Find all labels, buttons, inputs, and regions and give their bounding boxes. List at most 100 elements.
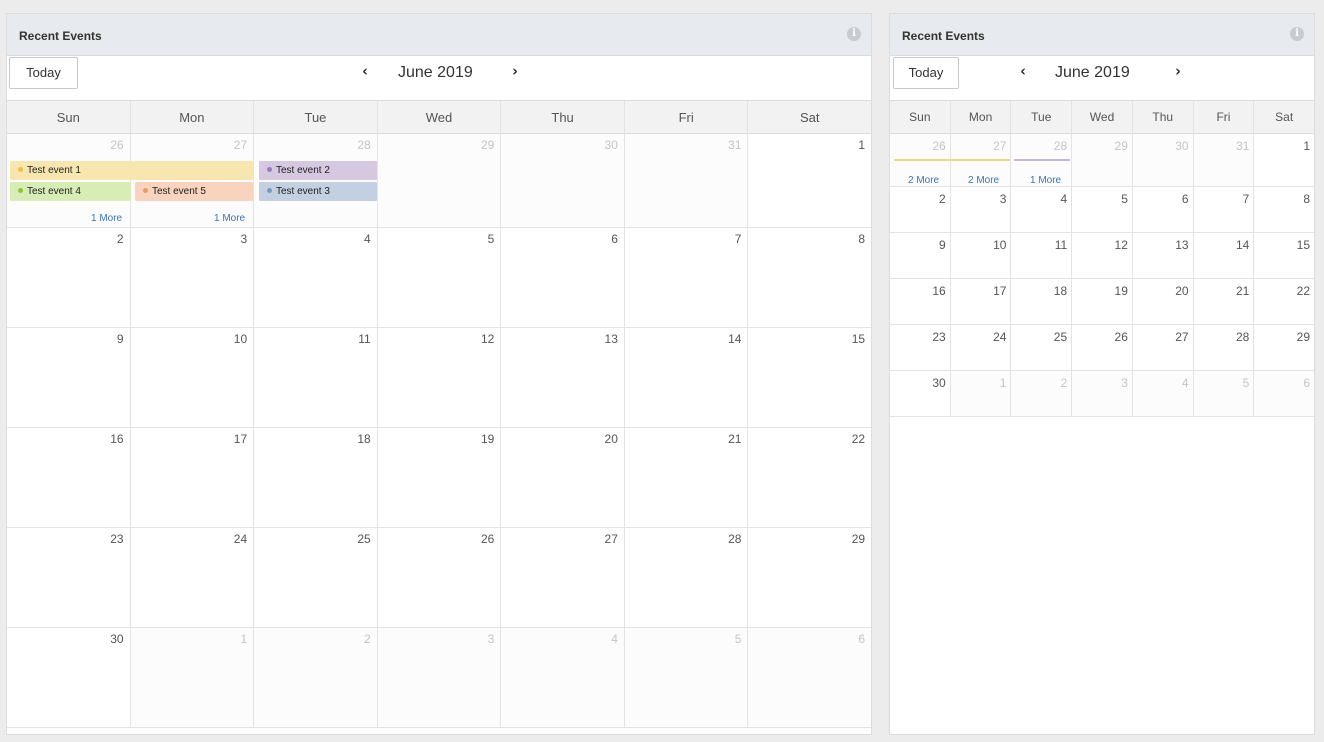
day-cell[interactable]: 1 <box>748 134 871 227</box>
day-cell[interactable]: 26 <box>1072 325 1133 370</box>
day-cell[interactable]: 5 <box>1072 187 1133 232</box>
more-events-link[interactable]: 2 More <box>908 175 939 186</box>
day-cell[interactable]: 17 <box>131 428 255 527</box>
day-cell[interactable]: 7 <box>1194 187 1255 232</box>
day-cell[interactable]: 4 <box>1132 371 1194 416</box>
day-cell[interactable]: 2 <box>7 228 131 327</box>
next-month-icon[interactable]: › <box>1175 62 1181 80</box>
day-cell[interactable]: 1 <box>1254 134 1314 186</box>
day-cell[interactable]: 20 <box>1133 279 1194 324</box>
day-cell[interactable]: 11 <box>254 328 378 427</box>
event-bar[interactable] <box>1014 159 1070 161</box>
day-cell[interactable]: 13 <box>1133 233 1194 278</box>
day-cell[interactable]: 12 <box>1072 233 1133 278</box>
day-cell[interactable]: 4 <box>501 628 625 727</box>
day-cell[interactable]: 2 <box>1011 371 1073 416</box>
prev-month-icon[interactable]: ‹ <box>1020 62 1026 80</box>
next-month-icon[interactable]: › <box>512 62 518 80</box>
day-cell[interactable]: 15 <box>748 328 871 427</box>
day-cell[interactable]: 2 <box>254 628 378 727</box>
day-cell[interactable]: 3 <box>1072 371 1133 416</box>
day-cell[interactable]: 9 <box>7 328 131 427</box>
day-cell[interactable]: 7 <box>625 228 749 327</box>
day-cell[interactable]: 3 <box>131 228 255 327</box>
day-cell[interactable]: 18 <box>1011 279 1073 324</box>
day-cell[interactable]: 11 <box>1011 233 1073 278</box>
more-events-link[interactable]: 1 More <box>91 213 122 224</box>
day-cell[interactable]: 30 <box>890 371 951 416</box>
day-cell[interactable]: 17 <box>951 279 1012 324</box>
day-cell[interactable]: 8 <box>1254 187 1314 232</box>
day-cell[interactable]: 6 <box>1133 187 1194 232</box>
day-cell[interactable]: 26 <box>378 528 502 627</box>
day-cell[interactable]: 3 <box>377 628 502 727</box>
more-events-link[interactable]: 2 More <box>968 175 999 186</box>
day-cell[interactable]: 18 <box>254 428 378 527</box>
day-cell[interactable]: 9 <box>890 233 951 278</box>
day-number: 29 <box>1296 330 1311 344</box>
day-cell[interactable]: 19 <box>378 428 502 527</box>
info-icon[interactable]: i <box>1290 27 1304 41</box>
info-icon[interactable]: i <box>847 27 861 41</box>
event-test-5[interactable]: Test event 5 <box>135 182 253 201</box>
day-cell[interactable]: 30 <box>501 134 625 227</box>
day-cell[interactable]: 5 <box>378 228 502 327</box>
day-cell[interactable]: 5 <box>624 628 749 727</box>
day-cell[interactable]: 10 <box>131 328 255 427</box>
today-button[interactable]: Today <box>9 57 78 89</box>
day-cell[interactable]: 5 <box>1193 371 1255 416</box>
day-cell[interactable]: 24 <box>951 325 1012 370</box>
day-cell[interactable]: 31 <box>1193 134 1255 186</box>
day-cell[interactable]: 31 <box>624 134 749 227</box>
day-cell[interactable]: 25 <box>1011 325 1073 370</box>
day-cell[interactable]: 23 <box>7 528 131 627</box>
day-cell[interactable]: 20 <box>501 428 625 527</box>
day-cell[interactable]: 22 <box>1254 279 1314 324</box>
day-cell[interactable]: 25 <box>254 528 378 627</box>
day-cell[interactable]: 4 <box>254 228 378 327</box>
day-cell[interactable]: 6 <box>501 228 625 327</box>
day-cell[interactable]: 1 <box>950 371 1012 416</box>
day-cell[interactable]: 29 <box>1072 134 1133 186</box>
event-test-1[interactable]: Test event 1 <box>10 161 253 180</box>
day-cell[interactable]: 19 <box>1072 279 1133 324</box>
day-cell[interactable]: 2 <box>890 187 951 232</box>
day-cell[interactable]: 16 <box>7 428 131 527</box>
day-cell[interactable]: 22 <box>748 428 871 527</box>
day-cell[interactable]: 29 <box>1254 325 1314 370</box>
day-cell[interactable]: 16 <box>890 279 951 324</box>
more-events-link[interactable]: 1 More <box>214 213 245 224</box>
day-cell[interactable]: 29 <box>377 134 502 227</box>
today-button[interactable]: Today <box>893 57 959 89</box>
day-cell[interactable]: 6 <box>1254 371 1314 416</box>
day-cell[interactable]: 1 <box>130 628 255 727</box>
day-cell[interactable]: 14 <box>1194 233 1255 278</box>
prev-month-icon[interactable]: ‹ <box>362 62 368 80</box>
day-cell[interactable]: 14 <box>625 328 749 427</box>
more-events-link[interactable]: 1 More <box>1030 175 1061 186</box>
day-cell[interactable]: 29 <box>748 528 871 627</box>
day-cell[interactable]: 15 <box>1254 233 1314 278</box>
day-cell[interactable]: 12 <box>378 328 502 427</box>
event-test-3[interactable]: Test event 3 <box>259 182 377 201</box>
day-cell[interactable]: 8 <box>748 228 871 327</box>
day-cell[interactable]: 30 <box>1132 134 1194 186</box>
day-cell[interactable]: 4 <box>1011 187 1073 232</box>
day-cell[interactable]: 21 <box>1194 279 1255 324</box>
day-cell[interactable]: 13 <box>501 328 625 427</box>
day-cell[interactable]: 10 <box>951 233 1012 278</box>
day-cell[interactable]: 6 <box>748 628 871 727</box>
event-test-2[interactable]: Test event 2 <box>259 161 377 180</box>
day-cell[interactable]: 27 <box>1133 325 1194 370</box>
day-cell[interactable]: 21 <box>625 428 749 527</box>
event-test-4[interactable]: Test event 4 <box>10 182 131 201</box>
day-cell[interactable]: 3 <box>951 187 1012 232</box>
day-cell[interactable]: 28 <box>625 528 749 627</box>
day-cell[interactable]: 28 <box>1194 325 1255 370</box>
day-cell[interactable]: 23 <box>890 325 951 370</box>
day-cell[interactable]: 27 <box>501 528 625 627</box>
day-cell[interactable]: 24 <box>131 528 255 627</box>
day-cell[interactable]: 28 <box>254 134 378 227</box>
day-cell[interactable]: 30 <box>7 628 131 727</box>
event-bar[interactable] <box>894 159 1010 161</box>
